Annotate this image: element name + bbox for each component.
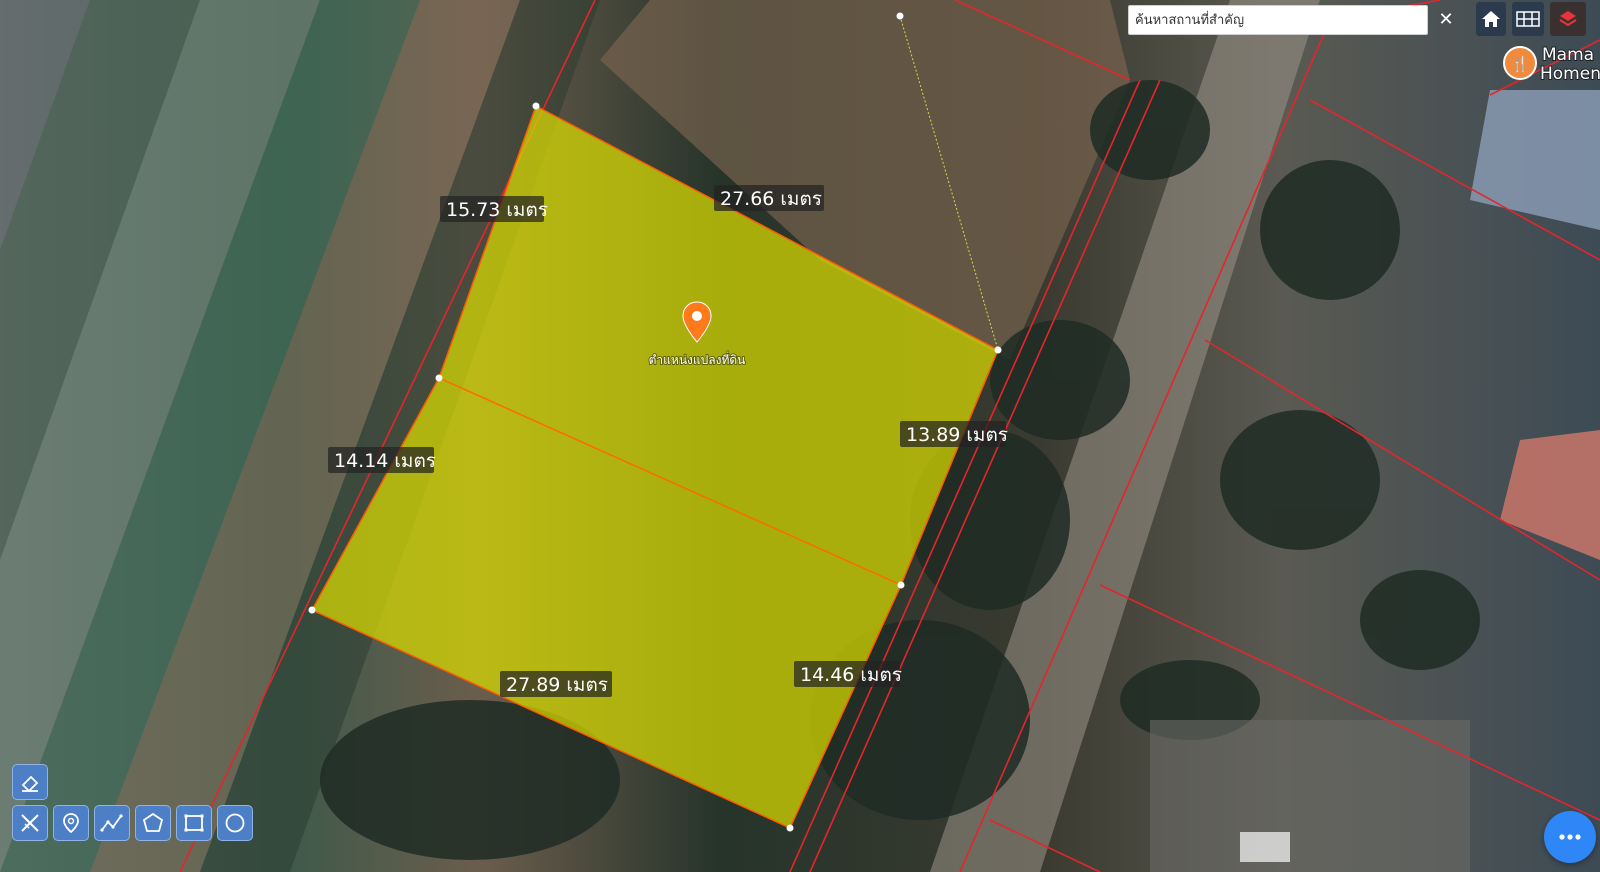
clear-tools-button[interactable] [12,805,48,841]
grid-toggle-button[interactable] [1512,2,1544,36]
measurement-label-left-lower: 14.14 เมตร [328,447,436,473]
marker-tool-button[interactable] [53,805,89,841]
svg-text:14.14 เมตร: 14.14 เมตร [334,450,436,472]
vertex-point[interactable] [786,824,794,832]
rectangle-icon [184,814,204,832]
building-yard [1150,720,1470,872]
polyline-tool-button[interactable] [94,805,130,841]
chat-button[interactable] [1544,811,1596,863]
circle-icon [225,813,245,833]
measurement-label-bottom: 27.89 เมตร [500,671,612,697]
vertex-point[interactable] [896,12,904,20]
vertex-point[interactable] [994,346,1002,354]
svg-text:14.46 เมตร: 14.46 เมตร [800,664,902,686]
clear-tools-icon [21,814,39,832]
vertex-point[interactable] [308,606,316,614]
home-button[interactable] [1476,2,1506,36]
poi-marker[interactable]: 🍴 Mama Homen [1503,44,1600,85]
place-search-box [1128,5,1428,35]
vertex-point[interactable] [532,102,540,110]
measurement-label-right-upper: 13.89 เมตร [900,421,1008,447]
measurement-label-top-left: 15.73 เมตร [440,196,548,222]
measurement-label-right-lower: 14.46 เมตร [794,661,902,687]
polyline-icon [100,814,123,832]
circle-tool-button[interactable] [217,805,253,841]
more-dots-icon [1559,834,1581,840]
vertex-point[interactable] [435,374,443,382]
restaurant-icon: 🍴 [1511,55,1530,73]
grid-icon [1516,11,1540,27]
svg-text:27.66 เมตร: 27.66 เมตร [720,188,822,210]
satellite-map[interactable]: 15.73 เมตร 27.66 เมตร 13.89 เมตร 14.14 เ… [0,0,1600,872]
polygon-tool-button[interactable] [135,805,171,841]
eraser-button[interactable] [12,764,48,800]
place-search-input[interactable] [1129,6,1427,34]
close-icon: ✕ [1438,8,1454,30]
polygon-icon [142,812,164,832]
layers-icon [1559,11,1577,27]
rectangle-tool-button[interactable] [176,805,212,841]
pin-caption: ตำแหน่งแปลงที่ดิน [649,351,746,367]
clear-search-button[interactable]: ✕ [1432,2,1460,36]
marker-icon [63,813,79,834]
poi-name-line1: Mama [1542,45,1594,65]
eraser-icon [21,775,39,793]
poi-name-line2: Homen [1540,64,1600,84]
layers-button[interactable] [1550,2,1586,36]
svg-text:15.73 เมตร: 15.73 เมตร [446,199,548,221]
parked-vehicle [1240,832,1290,862]
svg-text:27.89 เมตร: 27.89 เมตร [506,674,608,696]
home-icon [1482,11,1500,27]
vertex-point[interactable] [897,581,905,589]
measurement-label-top: 27.66 เมตร [714,185,824,211]
svg-text:13.89 เมตร: 13.89 เมตร [906,424,1008,446]
